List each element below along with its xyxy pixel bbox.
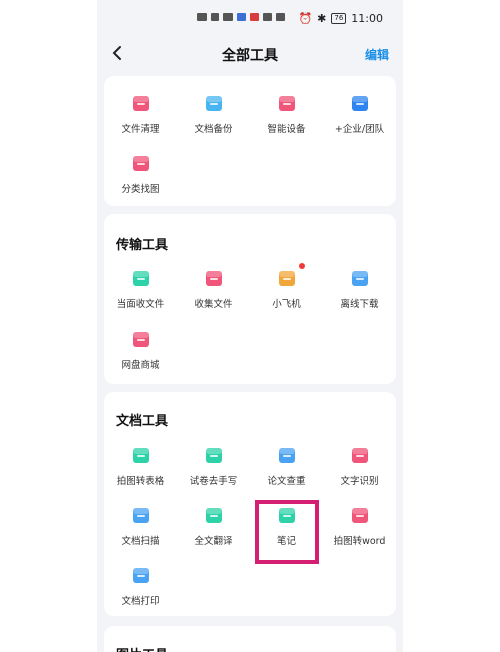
tool-doc-backup[interactable]: 文档备份 (177, 93, 250, 153)
tool-face-receive[interactable]: 当面收文件 (104, 268, 177, 328)
tool-label: 论文查重 (267, 476, 306, 487)
tool-note-pen[interactable]: 笔记 (250, 505, 323, 565)
tool-label: 离线下载 (340, 299, 379, 310)
remove-handwriting-icon (205, 448, 222, 463)
tool-label: 文档备份 (194, 124, 233, 135)
paper-check-icon (278, 448, 295, 463)
tool-translate[interactable]: 全文翻译 (177, 505, 250, 565)
tool-label: 文字识别 (340, 476, 379, 487)
smart-device-icon (278, 96, 295, 111)
section-title-image: 图片工具 (116, 644, 168, 652)
tool-store[interactable]: 网盘商城 (104, 329, 177, 389)
doc-backup-icon (205, 96, 222, 111)
tool-label: 拍图转表格 (116, 476, 165, 487)
status-icons-right: ⏰ ✱ 76 11:00 (298, 12, 383, 25)
tool-label: 网盘商城 (121, 360, 160, 371)
page-title: 全部工具 (222, 48, 278, 64)
tool-photo-to-word[interactable]: 拍图转word (323, 505, 396, 565)
tool-label: 文档打印 (121, 596, 160, 607)
tool-offline-download[interactable]: 离线下载 (323, 268, 396, 328)
tool-doc-print[interactable]: 文档打印 (104, 565, 177, 625)
tool-label: 文件清理 (121, 124, 160, 135)
translate-icon (205, 508, 222, 523)
bluetooth-icon: ✱ (317, 12, 327, 25)
tool-label: 拍图转word (333, 536, 386, 547)
status-bar: ⏰ ✱ 76 11:00 (97, 0, 403, 40)
tool-label: 小飞机 (272, 299, 301, 310)
new-badge-dot (299, 263, 305, 269)
tool-smart-device[interactable]: 智能设备 (250, 93, 323, 153)
tool-label: 文档扫描 (121, 536, 160, 547)
tool-photo-to-table[interactable]: 拍图转表格 (104, 445, 177, 505)
section-card-image: 图片工具 (104, 626, 396, 652)
tool-remove-handwriting[interactable]: 试卷去手写 (177, 445, 250, 505)
tool-team[interactable]: +企业/团队 (323, 93, 396, 153)
section-card-doc: 文档工具 拍图转表格 试卷去手写 论文查重 文字识别文档扫描 全文翻译 笔记 拍图转word… (104, 392, 396, 616)
nav-bar: 全部工具 编辑 (97, 40, 403, 70)
offline-download-icon (351, 271, 368, 286)
text-recognition-icon (351, 448, 368, 463)
face-receive-icon (132, 271, 149, 286)
photo-to-word-icon (351, 508, 368, 523)
edit-button[interactable]: 编辑 (365, 46, 389, 63)
tool-collect-files[interactable]: 收集文件 (177, 268, 250, 328)
store-icon (132, 332, 149, 347)
tool-label: 全文翻译 (194, 536, 233, 547)
clock: 11:00 (351, 12, 383, 25)
tool-label: 试卷去手写 (189, 476, 238, 487)
tool-photo-category[interactable]: 分类找图 (104, 153, 177, 213)
section-title-transfer: 传输工具 (116, 238, 169, 253)
paper-plane-icon (278, 271, 295, 286)
battery-indicator: 76 (331, 13, 347, 24)
tool-doc-scan[interactable]: 文档扫描 (104, 505, 177, 565)
tool-label: 智能设备 (267, 124, 306, 135)
tool-label: 收集文件 (194, 299, 233, 310)
alarm-icon: ⏰ (298, 12, 313, 25)
file-clean-icon (132, 96, 149, 111)
tool-label: 当面收文件 (116, 299, 165, 310)
doc-scan-icon (132, 508, 149, 523)
tool-text-recognition[interactable]: 文字识别 (323, 445, 396, 505)
section-title-doc: 文档工具 (116, 414, 169, 429)
tool-label: 笔记 (276, 536, 296, 547)
photo-to-table-icon (132, 448, 149, 463)
section-card-general: 文件清理 文档备份 智能设备 +企业/团队分类找图 (104, 76, 396, 206)
status-icons-left (197, 13, 285, 21)
tool-label: +企业/团队 (334, 124, 385, 135)
tool-paper-check[interactable]: 论文查重 (250, 445, 323, 505)
section-card-transfer: 传输工具 当面收文件 收集文件 小飞机 离线下载网盘商城 (104, 214, 396, 384)
photo-category-icon (132, 156, 149, 171)
note-pen-icon (278, 508, 295, 523)
doc-print-icon (132, 568, 149, 583)
tool-file-clean[interactable]: 文件清理 (104, 93, 177, 153)
collect-files-icon (205, 271, 222, 286)
tool-label: 分类找图 (121, 184, 160, 195)
team-icon (351, 96, 368, 111)
tool-paper-plane[interactable]: 小飞机 (250, 268, 323, 328)
phone-screen: ⏰ ✱ 76 11:00 全部工具 编辑 文件清理 文档备份 智能设备 +企业/团队分… (97, 0, 403, 652)
